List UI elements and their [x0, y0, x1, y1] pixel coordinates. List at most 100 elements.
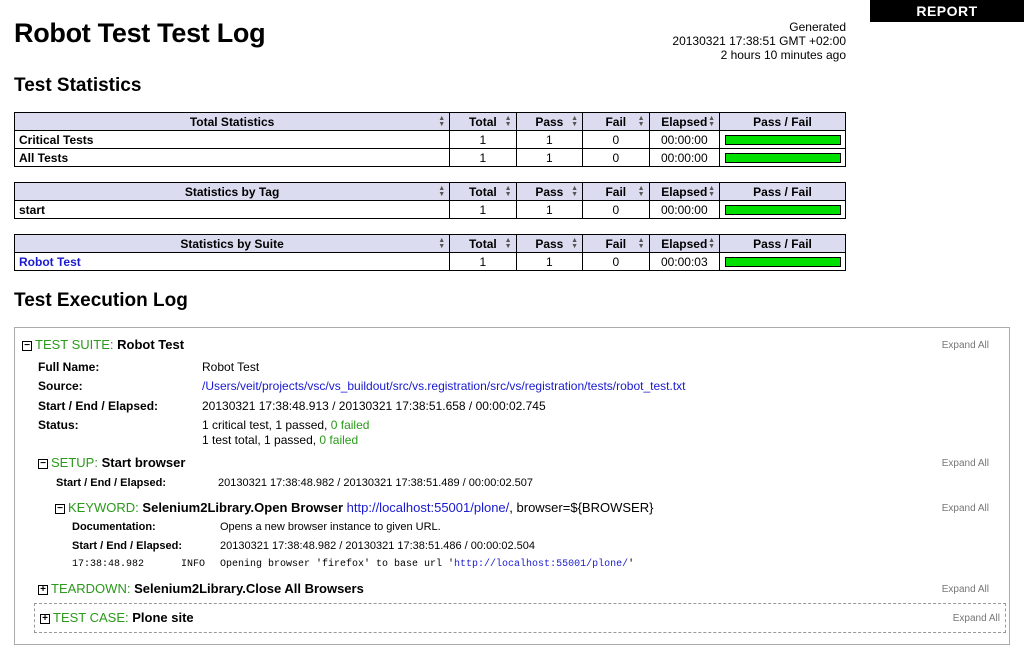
setup-times-value: 20130321 17:38:48.982 / 20130321 17:38:5… — [218, 477, 534, 489]
tag-statistics-header[interactable]: Statistics by Tag ▲ ▼ — [13, 182, 451, 201]
setup-name: Start browser — [101, 455, 186, 470]
elapsed-column-header[interactable]: Elapsed ▲ ▼ — [648, 182, 721, 201]
sort-icon: ▲ ▼ — [708, 237, 716, 250]
expand-icon[interactable]: + — [40, 613, 50, 624]
test-case-name: Plone site — [132, 610, 194, 625]
generated-timestamp: 20130321 17:38:51 GMT +02:00 — [672, 34, 846, 48]
stat-passfail — [719, 148, 846, 167]
fail-column-header[interactable]: Fail ▲ ▼ — [582, 112, 650, 131]
table-row: Robot Test 1 1 0 00:00:03 — [13, 252, 846, 271]
sort-icon: ▲ ▼ — [708, 115, 716, 128]
setup-header[interactable]: − SETUP: Start browser — [38, 455, 185, 470]
keyword-args: , browser=${BROWSER} — [509, 500, 654, 515]
critical-failed-count: 0 failed — [330, 418, 370, 432]
collapse-icon[interactable]: − — [22, 340, 32, 351]
fail-column-header[interactable]: Fail ▲ ▼ — [582, 182, 650, 201]
stat-elapsed: 00:00:00 — [648, 200, 721, 219]
keyword-header[interactable]: − KEYWORD: Selenium2Library.Open Browser … — [55, 500, 653, 515]
sort-icon: ▲ ▼ — [571, 115, 579, 128]
total-column-header[interactable]: Total ▲ ▼ — [449, 182, 517, 201]
passfail-column-header: Pass / Fail — [719, 234, 846, 253]
pass-column-header[interactable]: Pass ▲ ▼ — [515, 112, 584, 131]
stat-fail: 0 — [582, 148, 650, 167]
total-column-header[interactable]: Total ▲ ▼ — [449, 234, 517, 253]
stat-total: 1 — [449, 130, 517, 149]
suite-link[interactable]: Robot Test — [19, 255, 81, 269]
keyword-times-label: Start / End / Elapsed: — [72, 540, 183, 552]
expand-all-button[interactable]: Expand All — [953, 613, 1000, 624]
status-line-total: 1 test total, 1 passed, 0 failed — [202, 433, 359, 447]
total-column-header[interactable]: Total ▲ ▼ — [449, 112, 517, 131]
table-header-row: Statistics by Tag ▲ ▼ Total ▲ ▼ Pass ▲ ▼ Fail ▲… — [13, 182, 846, 201]
stat-fail: 0 — [582, 130, 650, 149]
suite-times-label: Start / End / Elapsed: — [38, 399, 159, 413]
documentation-value: Opens a new browser instance to given UR… — [220, 521, 441, 533]
suite-statistics-header[interactable]: Statistics by Suite ▲ ▼ — [13, 234, 451, 253]
suite-kind: TEST SUITE: — [35, 337, 114, 352]
pass-column-header[interactable]: Pass ▲ ▼ — [515, 182, 584, 201]
generated-label: Generated — [789, 20, 846, 34]
status-line-critical: 1 critical test, 1 passed, 0 failed — [202, 418, 370, 432]
stat-passfail — [719, 200, 846, 219]
sort-icon: ▲ ▼ — [571, 237, 579, 250]
stat-total: 1 — [449, 252, 517, 271]
test-case-kind: TEST CASE: — [53, 610, 129, 625]
setup-kind: SETUP: — [51, 455, 98, 470]
expand-all-button[interactable]: Expand All — [942, 458, 989, 469]
stat-pass: 1 — [515, 252, 584, 271]
table-row: Critical Tests 1 1 0 00:00:00 — [13, 130, 846, 149]
sort-icon: ▲ ▼ — [708, 185, 716, 198]
sort-icon: ▲ ▼ — [438, 237, 446, 250]
stat-fail: 0 — [582, 252, 650, 271]
sort-icon: ▲ ▼ — [637, 115, 645, 128]
tag-statistics-table: Statistics by Tag ▲ ▼ Total ▲ ▼ Pass ▲ ▼ Fail ▲… — [13, 182, 846, 219]
pass-column-header[interactable]: Pass ▲ ▼ — [515, 234, 584, 253]
table-row: All Tests 1 1 0 00:00:00 — [13, 148, 846, 167]
execution-log-heading: Test Execution Log — [14, 290, 188, 311]
expand-all-button[interactable]: Expand All — [942, 584, 989, 595]
suite-header[interactable]: − TEST SUITE: Robot Test — [22, 337, 184, 352]
stat-elapsed: 00:00:03 — [648, 252, 721, 271]
sort-icon: ▲ ▼ — [637, 185, 645, 198]
documentation-label: Documentation: — [72, 521, 156, 533]
suite-name: Robot Test — [117, 337, 185, 352]
expand-icon[interactable]: + — [38, 584, 48, 595]
fail-column-header[interactable]: Fail ▲ ▼ — [582, 234, 650, 253]
total-statistics-header[interactable]: Total Statistics ▲ ▼ — [13, 112, 451, 131]
statistics-heading: Test Statistics — [14, 75, 142, 96]
sort-icon: ▲ ▼ — [637, 237, 645, 250]
keyword-times-value: 20130321 17:38:48.982 / 20130321 17:38:5… — [220, 540, 536, 552]
expand-all-button[interactable]: Expand All — [942, 340, 989, 351]
teardown-header[interactable]: + TEARDOWN: Selenium2Library.Close All Br… — [38, 581, 364, 596]
keyword-url-arg[interactable]: http://localhost:55001/plone/ — [347, 500, 510, 515]
test-case-header[interactable]: + TEST CASE: Plone site — [40, 610, 194, 625]
generated-ago: 2 hours 10 minutes ago — [720, 48, 846, 62]
stat-passfail — [719, 252, 846, 271]
stat-total: 1 — [449, 200, 517, 219]
pass-bar — [724, 134, 841, 145]
stat-name: Robot Test — [13, 252, 451, 271]
full-name-value: Robot Test — [202, 360, 260, 374]
message-level: INFO — [181, 559, 206, 570]
execution-log: − TEST SUITE: Robot Test Expand All Full … — [14, 327, 1010, 645]
expand-all-button[interactable]: Expand All — [942, 503, 989, 514]
teardown-kind: TEARDOWN: — [51, 581, 131, 596]
sort-icon: ▲ ▼ — [438, 185, 446, 198]
collapse-icon[interactable]: − — [38, 458, 48, 469]
collapse-icon[interactable]: − — [55, 503, 65, 514]
suite-times-value: 20130321 17:38:48.913 / 20130321 17:38:5… — [202, 399, 546, 413]
table-header-row: Total Statistics ▲ ▼ Total ▲ ▼ Pass ▲ ▼ Fail ▲ ▼… — [13, 112, 846, 131]
source-link[interactable]: /Users/veit/projects/vsc/vs_buildout/src… — [202, 379, 686, 393]
teardown-name: Selenium2Library.Close All Browsers — [134, 581, 364, 596]
keyword-name: Selenium2Library.Open Browser — [142, 500, 344, 515]
generated-info: Generated 20130321 17:38:51 GMT +02:00 2… — [672, 20, 846, 62]
elapsed-column-header[interactable]: Elapsed ▲ ▼ — [648, 112, 721, 131]
pass-bar — [724, 204, 841, 215]
message-url[interactable]: http://localhost:55001/plone/ — [454, 559, 628, 570]
elapsed-column-header[interactable]: Elapsed ▲ ▼ — [648, 234, 721, 253]
stat-name: Critical Tests — [13, 130, 451, 149]
setup-times-label: Start / End / Elapsed: — [56, 477, 167, 489]
sort-icon: ▲ ▼ — [438, 115, 446, 128]
report-link[interactable]: REPORT — [870, 0, 1024, 22]
full-name-label: Full Name: — [38, 360, 100, 374]
